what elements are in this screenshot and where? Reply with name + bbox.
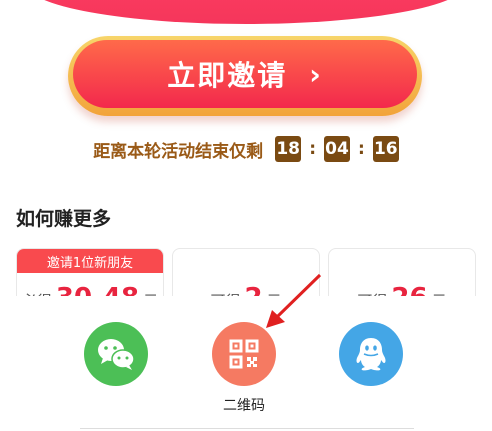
divider bbox=[80, 428, 414, 429]
annotation-arrow-icon bbox=[266, 273, 322, 328]
